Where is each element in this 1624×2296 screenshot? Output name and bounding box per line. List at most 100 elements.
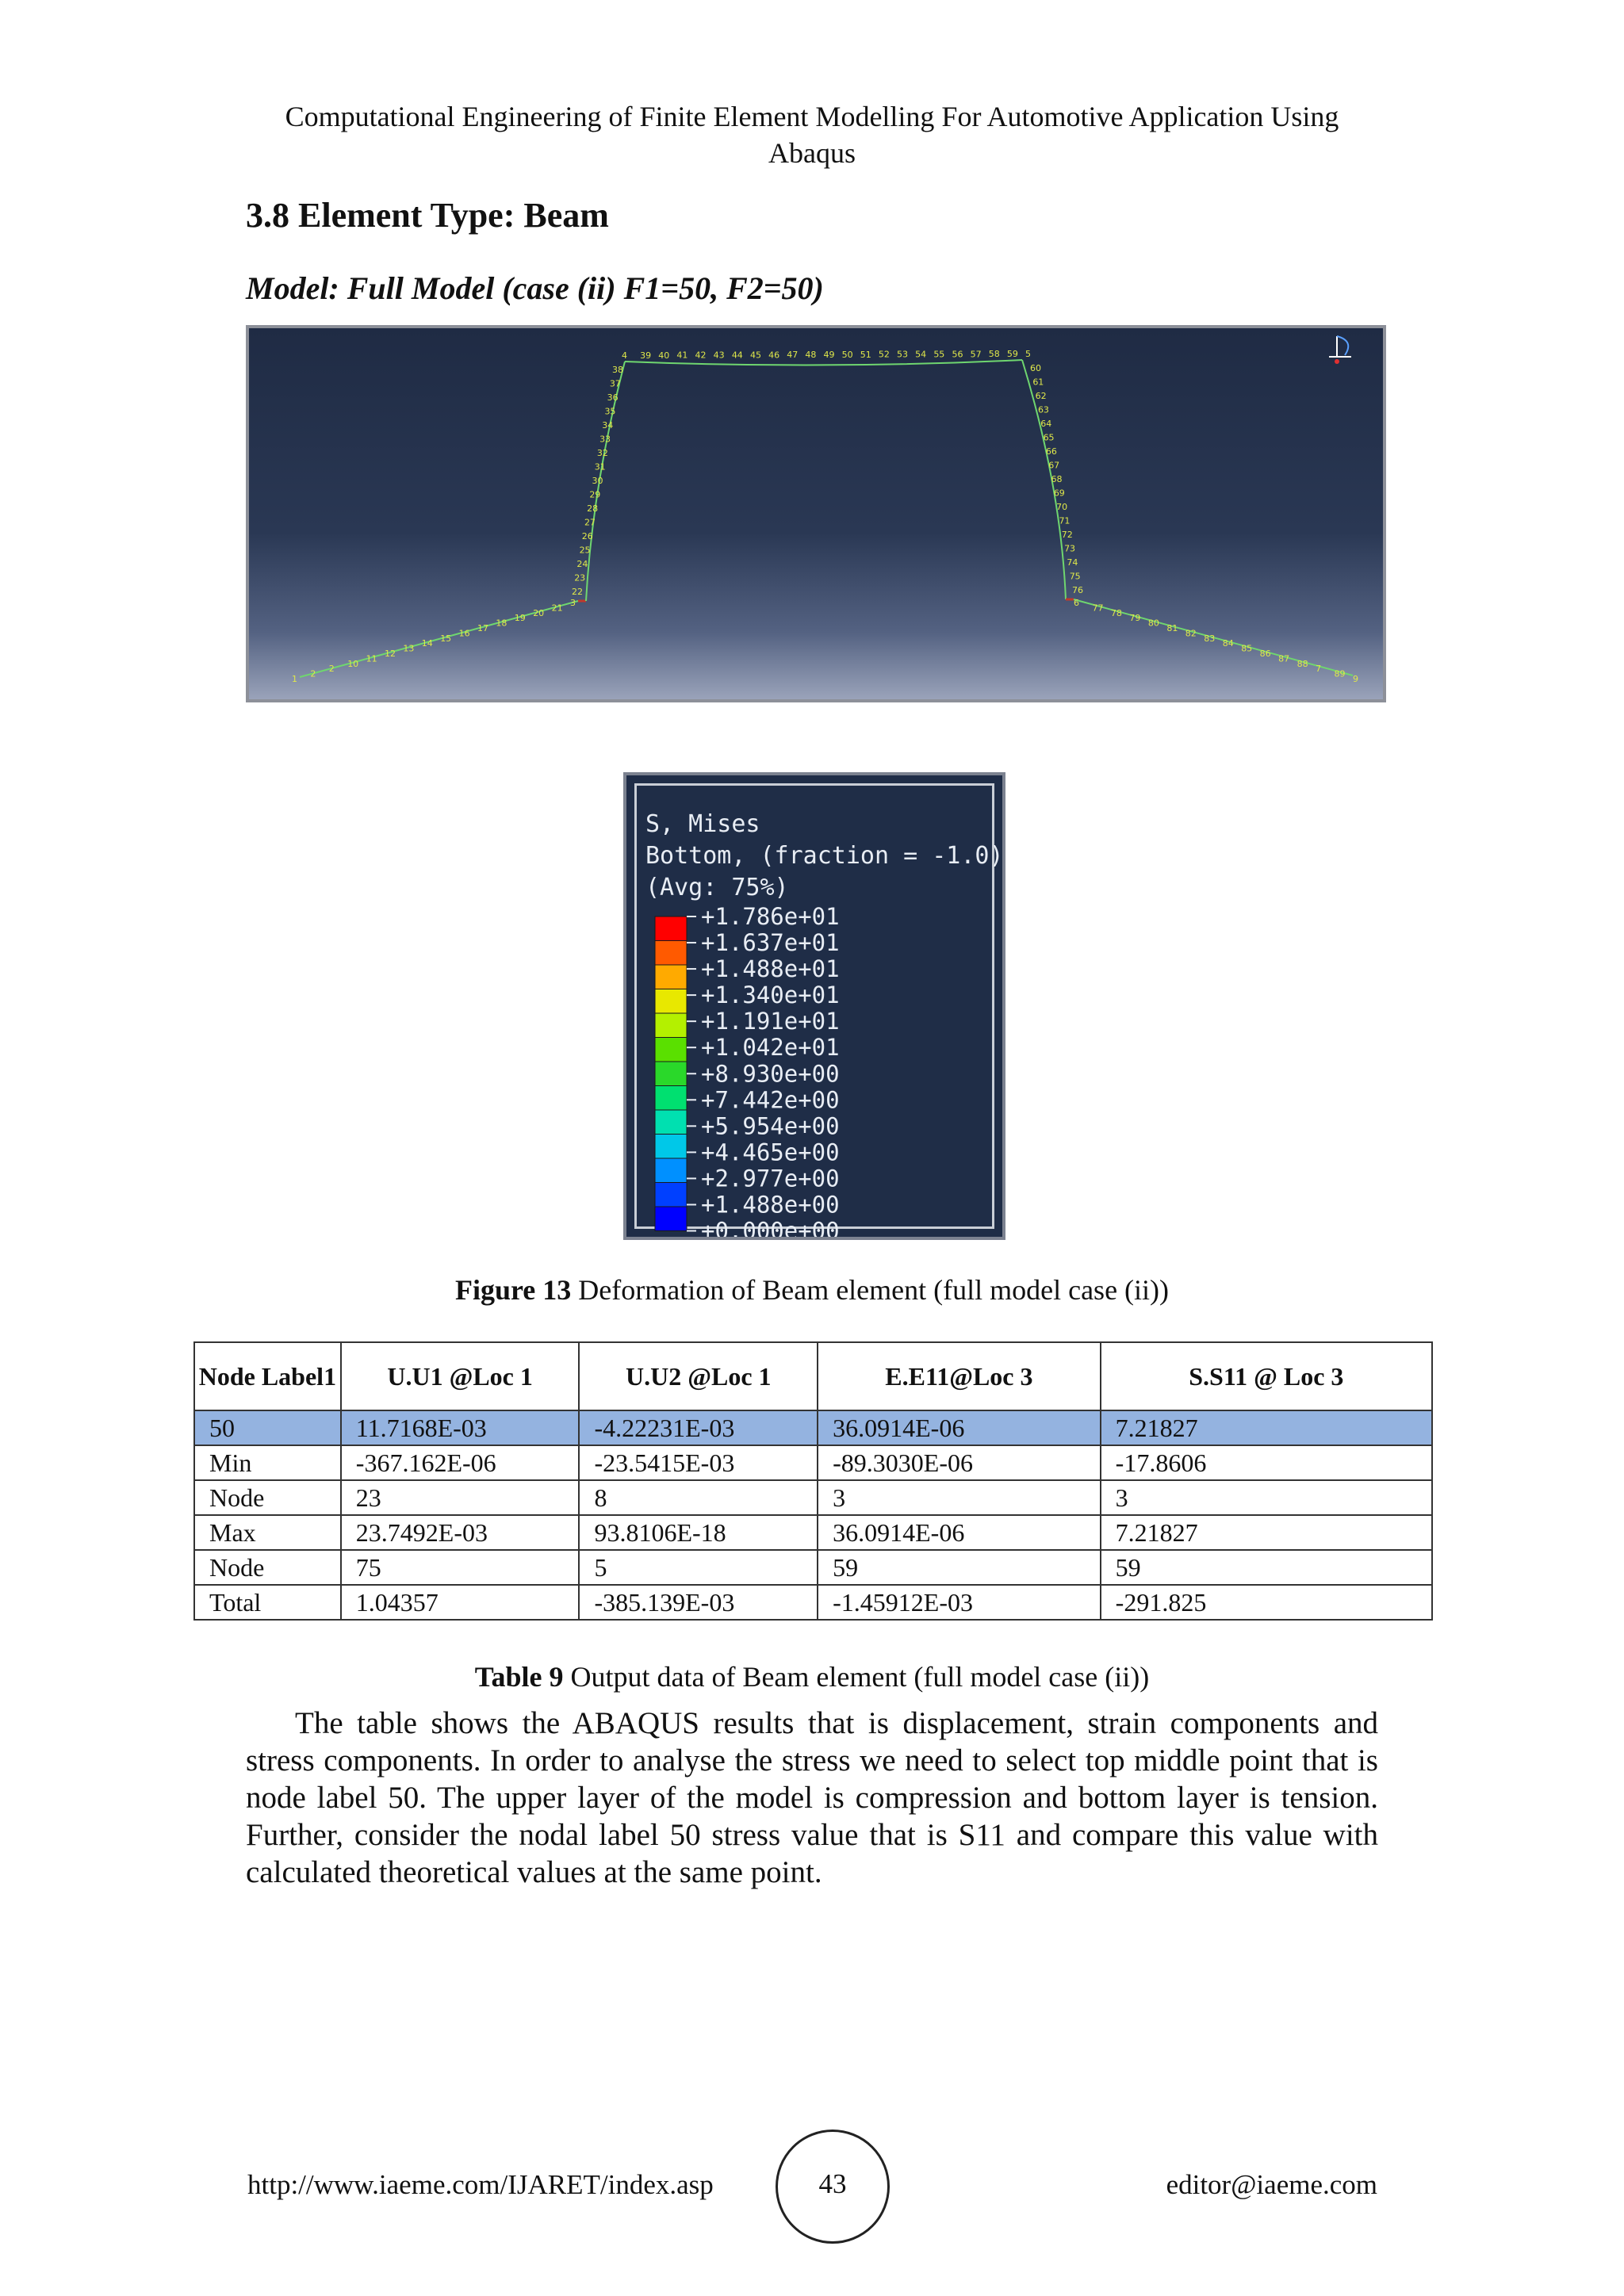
- node-label: 85: [1241, 644, 1252, 654]
- running-header-line1: Computational Engineering of Finite Elem…: [285, 101, 1339, 132]
- node-label: 11: [366, 653, 377, 664]
- footer-url[interactable]: http://www.iaeme.com/IJARET/index.asp: [247, 2169, 714, 2201]
- legend-color-swatch: [654, 1061, 688, 1086]
- table-header-cell: U.U1 @Loc 1: [339, 1341, 580, 1411]
- table-cell: 23: [339, 1479, 580, 1516]
- node-label: 40: [658, 350, 669, 361]
- node-label: 1: [292, 674, 297, 684]
- node-label: 34: [602, 420, 613, 430]
- table-cell: 75: [339, 1549, 580, 1586]
- table-header-cell: Node Label1: [193, 1341, 342, 1411]
- table-cell: Node: [193, 1479, 342, 1516]
- node-label: 39: [640, 350, 651, 361]
- table-caption-label: Table 9: [474, 1661, 564, 1693]
- node-label: 65: [1044, 433, 1055, 443]
- node-label: 61: [1032, 377, 1044, 388]
- node-label: 57: [971, 349, 982, 359]
- triad-icon: [1335, 359, 1339, 364]
- legend-color-swatch: [654, 1109, 688, 1135]
- node-label: 17: [477, 623, 488, 633]
- footer-email[interactable]: editor@iaeme.com: [1166, 2169, 1377, 2201]
- node-label: 7: [1316, 664, 1321, 674]
- node-label: 44: [732, 350, 743, 360]
- node-label: 35: [604, 407, 615, 417]
- table-caption-text: Output data of Beam element (full model …: [563, 1661, 1150, 1693]
- mises-legend: S, Mises Bottom, (fraction = -1.0) (Avg:…: [623, 772, 1005, 1240]
- figure-caption: Figure 13 Deformation of Beam element (f…: [238, 1273, 1386, 1307]
- legend-value-label: +1.488e+00: [701, 1191, 840, 1218]
- output-data-table: Node Label1 U.U1 @Loc 1 U.U2 @Loc 1 E.E1…: [193, 1341, 1434, 1621]
- table-cell: 7.21827: [1099, 1514, 1434, 1551]
- node-label: 19: [515, 613, 526, 623]
- node-label: 29: [589, 490, 600, 500]
- legend-color-swatch: [654, 1158, 688, 1183]
- table-cell: 23.7492E-03: [339, 1514, 580, 1551]
- legend-color-swatch: [654, 1012, 688, 1038]
- legend-color-swatch: [654, 964, 688, 989]
- running-header-line2: Abaqus: [768, 137, 856, 169]
- node-label: 50: [842, 350, 853, 360]
- legend-color-swatch: [654, 940, 688, 966]
- table-row: Node 75 5 59 59: [193, 1549, 1434, 1586]
- table-row: Max 23.7492E-03 93.8106E-18 36.0914E-06 …: [193, 1514, 1434, 1551]
- table-cell: -17.8606: [1099, 1445, 1434, 1481]
- body-paragraph: The table shows the ABAQUS results that …: [246, 1706, 1378, 1889]
- node-label: 73: [1064, 544, 1075, 554]
- node-label: 48: [805, 350, 816, 360]
- node-label: 32: [597, 448, 608, 458]
- legend-value-label: +1.637e+01: [701, 929, 840, 956]
- table-cell: 1.04357: [339, 1584, 580, 1621]
- table-cell: 50: [193, 1410, 342, 1446]
- node-label: 69: [1054, 488, 1065, 499]
- legend-value-label: +8.930e+00: [701, 1060, 840, 1087]
- table-cell: 7.21827: [1099, 1410, 1434, 1446]
- table-row: Min -367.162E-06 -23.5415E-03 -89.3030E-…: [193, 1445, 1434, 1481]
- legend-value-label: +1.488e+01: [701, 955, 840, 982]
- legend-value-label: +1.786e+01: [701, 903, 840, 930]
- node-label: 12: [385, 649, 396, 659]
- legend-color-swatch: [654, 1182, 688, 1207]
- legend-color-swatch: [654, 1085, 688, 1111]
- table-cell: 93.8106E-18: [578, 1514, 819, 1551]
- node-label: 49: [824, 350, 835, 360]
- node-label: 76: [1072, 585, 1083, 595]
- table-cell: Node: [193, 1549, 342, 1586]
- node-label: 38: [612, 365, 623, 375]
- legend-value-label: +5.954e+00: [701, 1112, 840, 1139]
- legend-color-swatch: [654, 1206, 688, 1231]
- node-label: 15: [440, 633, 451, 644]
- node-label: 67: [1048, 461, 1059, 471]
- node-label: 26: [582, 531, 593, 541]
- table-row-highlighted: 50 11.7168E-03 -4.22231E-03 36.0914E-06 …: [193, 1410, 1434, 1446]
- page-number-circle: 43: [776, 2130, 890, 2244]
- node-label: 77: [1092, 603, 1103, 613]
- node-label: 43: [714, 350, 725, 361]
- node-label: 2: [329, 664, 335, 674]
- node-label: 60: [1030, 363, 1041, 373]
- table-cell: -1.45912E-03: [817, 1584, 1101, 1621]
- table-header-row: Node Label1 U.U1 @Loc 1 U.U2 @Loc 1 E.E1…: [193, 1341, 1434, 1411]
- node-label: 23: [574, 573, 585, 584]
- node-label: 3: [570, 598, 576, 608]
- node-label: 74: [1067, 557, 1078, 568]
- node-label: 2: [310, 669, 316, 679]
- node-label: 18: [496, 618, 507, 629]
- triad-icon: [1336, 335, 1350, 356]
- node-label: 80: [1148, 618, 1159, 629]
- node-label: 83: [1204, 633, 1215, 644]
- legend-color-swatch: [654, 989, 688, 1014]
- node-label: 33: [599, 434, 611, 445]
- node-label: 72: [1062, 530, 1073, 540]
- node-label: 54: [915, 350, 926, 360]
- legend-value-label: +7.442e+00: [701, 1086, 840, 1113]
- node-label: 51: [860, 350, 871, 360]
- node-label: 21: [552, 603, 563, 613]
- node-label: 27: [584, 518, 596, 528]
- node-label: 41: [676, 350, 688, 361]
- node-label: 22: [572, 587, 583, 597]
- node-label: 84: [1223, 638, 1234, 649]
- table-cell: Max: [193, 1514, 342, 1551]
- node-label: 81: [1166, 623, 1178, 633]
- node-label: 20: [533, 608, 544, 618]
- legend-color-swatch: [654, 916, 688, 941]
